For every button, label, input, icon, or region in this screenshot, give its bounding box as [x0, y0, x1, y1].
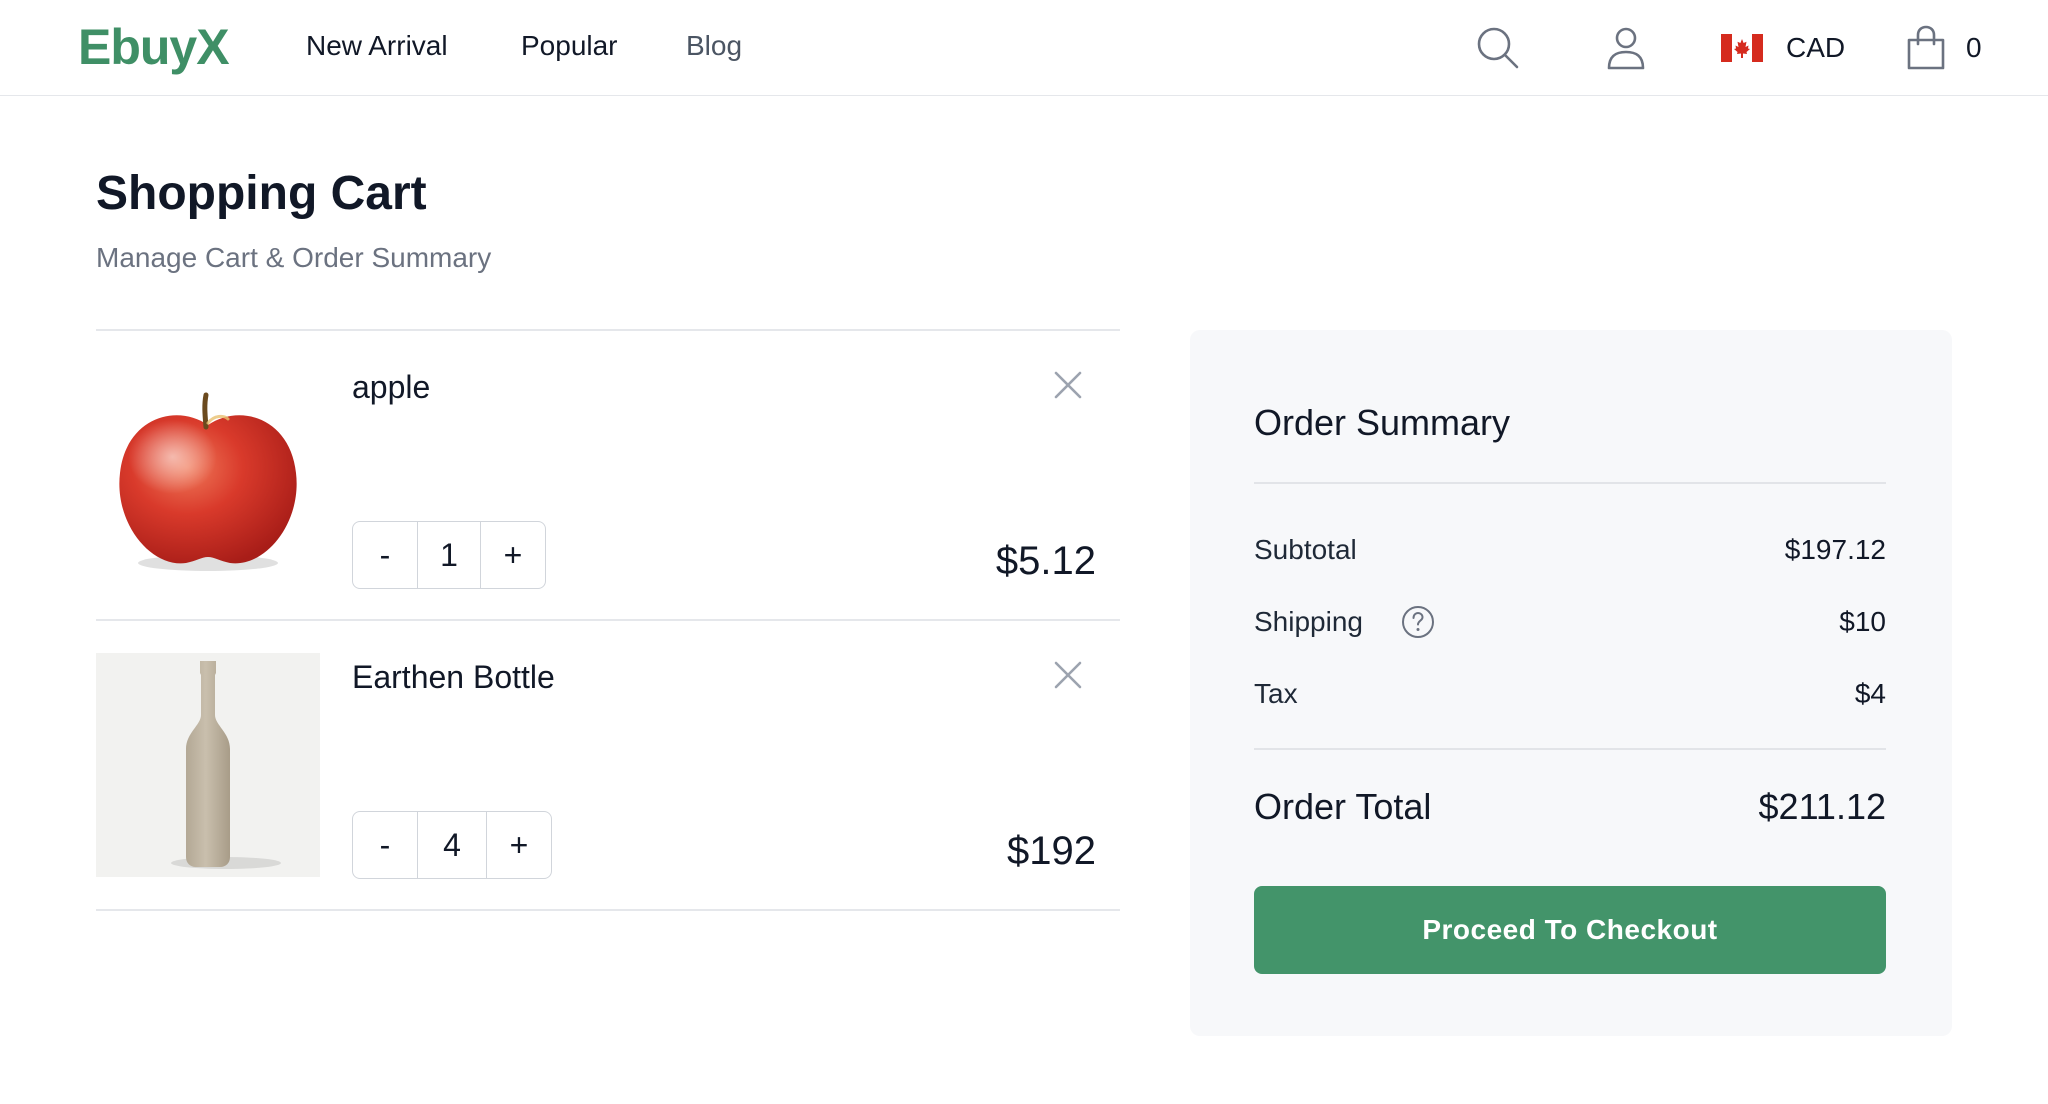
logo[interactable]: EbuyX [78, 18, 230, 76]
divider [1254, 748, 1886, 750]
shipping-label: Shipping [1254, 606, 1363, 637]
decrement-button[interactable]: - [353, 812, 417, 878]
page-title: Shopping Cart [96, 167, 427, 220]
tax-row: Tax $4 [1254, 678, 1886, 718]
subtotal-row: Subtotal $197.12 [1254, 534, 1886, 574]
cart-item: Earthen Bottle - 4 + $192 [96, 621, 1120, 911]
increment-button[interactable]: + [487, 812, 551, 878]
help-icon[interactable] [1400, 604, 1436, 640]
increment-button[interactable]: + [481, 522, 545, 588]
tax-value: $4 [1854, 678, 1886, 709]
page-subtitle: Manage Cart & Order Summary [96, 242, 492, 273]
nav-link-new-arrival[interactable]: New Arrival [306, 30, 448, 62]
order-summary-panel: Order Summary Subtotal $197.12 Shipping … [1190, 330, 1952, 1036]
shopping-bag-icon[interactable] [1902, 24, 1950, 72]
nav-link-popular[interactable]: Popular [521, 30, 618, 62]
quantity-stepper: - 4 + [352, 811, 552, 879]
item-price: $5.12 [995, 539, 1096, 583]
cart-count[interactable]: 0 [1966, 32, 1982, 64]
nav-link-blog[interactable]: Blog [686, 30, 742, 62]
shipping-value: $10 [1839, 606, 1886, 637]
item-price: $192 [1007, 829, 1096, 873]
earthen-bottle-image[interactable] [96, 653, 320, 877]
quantity-stepper: - 1 + [352, 521, 546, 589]
remove-item-icon[interactable] [1050, 367, 1086, 403]
item-name[interactable]: apple [352, 369, 430, 406]
cart-item-list: apple - 1 + $5.12 Earthen Bottle - 4 + $… [96, 329, 1120, 911]
divider [1254, 482, 1886, 484]
cart-item: apple - 1 + $5.12 [96, 331, 1120, 621]
user-icon[interactable] [1602, 24, 1650, 72]
order-summary-title: Order Summary [1254, 402, 1511, 443]
quantity-value[interactable]: 1 [417, 522, 481, 588]
decrement-button[interactable]: - [353, 522, 417, 588]
proceed-to-checkout-button[interactable]: Proceed To Checkout [1254, 886, 1886, 974]
order-total-label: Order Total [1254, 786, 1432, 827]
subtotal-label: Subtotal [1254, 534, 1357, 565]
search-icon[interactable] [1474, 24, 1522, 72]
tax-label: Tax [1254, 678, 1298, 709]
quantity-value[interactable]: 4 [417, 812, 487, 878]
item-name[interactable]: Earthen Bottle [352, 659, 555, 696]
subtotal-value: $197.12 [1784, 534, 1886, 565]
canada-flag-icon[interactable] [1721, 34, 1763, 62]
top-navigation-bar: EbuyX New Arrival Popular Blog CAD 0 [0, 0, 2048, 96]
currency-selector[interactable]: CAD [1786, 32, 1845, 64]
order-total-value: $211.12 [1758, 786, 1886, 827]
apple-image[interactable] [96, 363, 320, 587]
shipping-row: Shipping $10 [1254, 606, 1886, 646]
remove-item-icon[interactable] [1050, 657, 1086, 693]
